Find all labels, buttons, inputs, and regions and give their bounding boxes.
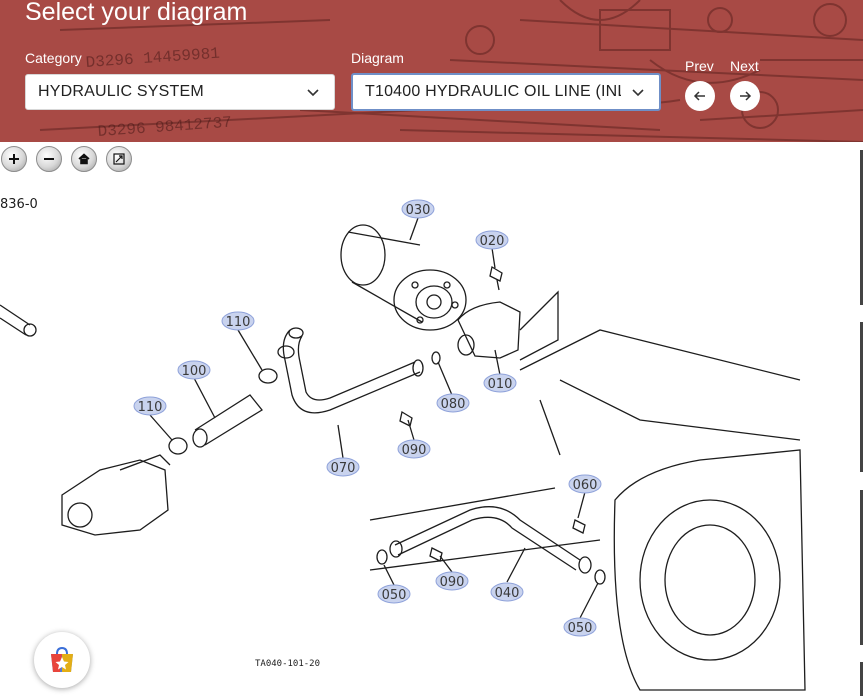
callout[interactable]: 080	[436, 393, 470, 413]
zoom-in-icon	[9, 154, 19, 164]
chevron-down-icon	[307, 89, 319, 97]
zoom-out-button[interactable]	[36, 146, 62, 172]
fullscreen-icon	[113, 153, 125, 165]
svg-text:030: 030	[406, 203, 431, 218]
callout[interactable]: 070	[326, 457, 360, 477]
callout[interactable]: 110	[133, 396, 167, 416]
zoom-out-icon	[44, 158, 54, 160]
chevron-down-icon	[632, 89, 644, 97]
svg-text:050: 050	[382, 588, 407, 603]
callout[interactable]: 050	[377, 584, 411, 604]
shopping-bag-button[interactable]	[34, 632, 90, 688]
diagram-select-value: T10400 HYDRAULIC OIL LINE (INLET)	[365, 83, 621, 100]
page-title: Select your diagram	[25, 0, 248, 26]
callout[interactable]: 090	[435, 571, 469, 591]
parts-diagram[interactable]: 836-0 TA040-101-20 030 020 110 100 010 0…	[0, 142, 863, 696]
diagram-selector-header: D3296 14459981 D3296 98412737 Select you…	[0, 0, 863, 142]
next-button[interactable]	[730, 81, 760, 111]
callout[interactable]: 110	[221, 311, 255, 331]
svg-text:110: 110	[226, 315, 251, 330]
category-select-value: HYDRAULIC SYSTEM	[38, 83, 204, 100]
callout[interactable]: 090	[397, 439, 431, 459]
next-label: Next	[730, 58, 759, 74]
svg-text:040: 040	[495, 586, 520, 601]
home-button[interactable]	[71, 146, 97, 172]
page: D3296 14459981 D3296 98412737 Select you…	[0, 0, 863, 696]
fullscreen-button[interactable]	[106, 146, 132, 172]
category-select[interactable]: HYDRAULIC SYSTEM	[25, 74, 335, 110]
callout[interactable]: 040	[490, 582, 524, 602]
home-icon	[78, 153, 90, 165]
callout[interactable]: 100	[177, 360, 211, 380]
svg-text:010: 010	[488, 377, 513, 392]
svg-text:050: 050	[568, 621, 593, 636]
callout[interactable]: 030	[401, 199, 435, 219]
shopping-bag-star-icon	[51, 646, 73, 672]
prev-button[interactable]	[685, 81, 715, 111]
zoom-toolbar	[0, 146, 141, 172]
svg-text:080: 080	[441, 397, 466, 412]
bg-code-1: D3296 14459981	[85, 45, 220, 72]
zoom-in-button[interactable]	[1, 146, 27, 172]
svg-text:090: 090	[440, 575, 465, 590]
arrow-right-icon	[740, 91, 752, 101]
svg-text:110: 110	[138, 400, 163, 415]
diagram-code-left: 836-0	[0, 197, 38, 212]
svg-text:100: 100	[182, 364, 207, 379]
callout[interactable]: 020	[475, 230, 509, 250]
callout[interactable]: 010	[483, 373, 517, 393]
callout[interactable]: 060	[568, 474, 602, 494]
arrow-left-icon	[693, 91, 705, 101]
svg-text:070: 070	[331, 461, 356, 476]
bg-code-2: D3296 98412737	[97, 114, 232, 141]
diagram-footer-code: TA040-101-20	[255, 659, 320, 669]
prev-label: Prev	[685, 58, 714, 74]
callout[interactable]: 050	[563, 617, 597, 637]
svg-text:020: 020	[480, 234, 505, 249]
svg-text:090: 090	[402, 443, 427, 458]
category-label: Category	[25, 50, 82, 66]
diagram-label: Diagram	[351, 50, 404, 66]
diagram-select[interactable]: T10400 HYDRAULIC OIL LINE (INLET)	[351, 73, 661, 111]
svg-text:060: 060	[573, 478, 598, 493]
